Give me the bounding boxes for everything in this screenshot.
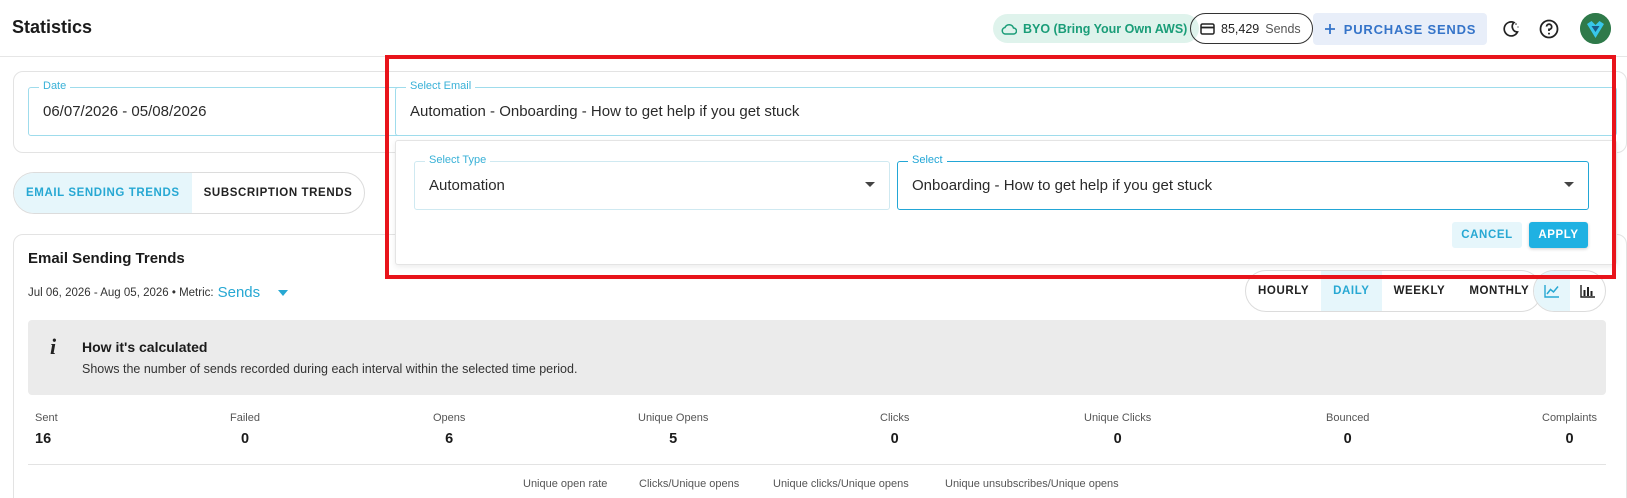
rate-unique-clicks-unique-opens: Unique clicks/Unique opens [773,478,909,490]
bar-chart-icon [1580,284,1595,298]
line-chart-view-button[interactable] [1534,271,1570,311]
info-text: Shows the number of sends recorded durin… [82,362,578,376]
help-icon [1539,19,1559,39]
avatar[interactable] [1580,13,1611,44]
stat-unique-opens: Unique Opens 5 [638,412,709,447]
tab-subscription-trends[interactable]: SUBSCRIPTION TRENDS [192,173,365,213]
sends-count: 85,429 [1221,21,1260,36]
select-type-arrow-icon [865,182,875,187]
interval-monthly[interactable]: MONTHLY [1457,271,1541,311]
select-email-arrow-icon [1564,182,1574,187]
sends-balance-chip[interactable]: 85,429 Sends [1190,13,1313,44]
select-type-dropdown[interactable]: Select Type Automation [414,154,890,210]
metric-value: Sends [217,284,261,301]
apply-button[interactable]: APPLY [1529,222,1588,248]
stat-complaints: Complaints 0 [1542,412,1598,447]
sends-word: Sends [1265,21,1301,36]
select-type-value: Automation [429,177,505,194]
tab-email-sending-trends[interactable]: EMAIL SENDING TRENDS [14,173,192,213]
top-bar: Statistics BYO (Bring Your Own AWS) 85,4… [0,0,1627,57]
select-type-label: Select Type [425,154,491,166]
select-email-option-value: Onboarding - How to get help if you get … [912,177,1213,194]
info-icon: i [50,334,57,359]
select-email-dropdown[interactable]: Select Onboarding - How to get help if y… [897,154,1589,210]
stat-opens: Opens 6 [433,412,466,447]
select-email-label: Select Email [406,80,476,92]
avatar-logo-icon [1580,13,1611,44]
dark-mode-toggle[interactable] [1500,18,1522,40]
rate-unique-open-rate: Unique open rate [523,478,608,490]
moon-icon [1503,21,1519,37]
purchase-sends-label: PURCHASE SENDS [1343,21,1477,37]
stat-clicks: Clicks 0 [880,412,910,447]
help-button[interactable] [1538,18,1560,40]
date-field-label: Date [39,80,71,92]
how-calculated-box: i How it's calculated Shows the number o… [28,320,1606,395]
select-label: Select [908,154,947,166]
metric-select[interactable]: Sends [218,284,289,301]
select-email-value: Automation - Onboarding - How to get hel… [410,103,800,120]
caret-down-icon [278,289,289,296]
line-chart-icon [1544,285,1559,298]
chart-view-toggle [1533,270,1606,312]
credit-card-icon [1200,22,1215,35]
trend-tabs: EMAIL SENDING TRENDS SUBSCRIPTION TRENDS [13,172,366,214]
trends-range: Jul 06, 2026 - Aug 05, 2026 • Metric: [28,286,214,299]
byo-label: BYO (Bring Your Own AWS) [1023,21,1188,36]
stat-unique-clicks: Unique Clicks 0 [1084,412,1152,447]
rate-unique-unsubscribes-unique-opens: Unique unsubscribes/Unique opens [945,478,1119,490]
bar-chart-view-button[interactable] [1570,271,1606,311]
date-range-field[interactable]: Date 06/07/2026 - 05/08/2026 [28,80,408,136]
rate-clicks-unique-opens: Clicks/Unique opens [639,478,740,490]
purchase-sends-button[interactable]: PURCHASE SENDS [1313,13,1487,45]
byo-chip[interactable]: BYO (Bring Your Own AWS) [993,14,1200,43]
date-field-value: 06/07/2026 - 05/08/2026 [43,103,207,120]
cancel-button[interactable]: CANCEL [1452,222,1522,248]
info-title: How it's calculated [82,339,208,355]
stat-sent: Sent 16 [35,412,58,447]
interval-hourly[interactable]: HOURLY [1246,271,1321,311]
page-title: Statistics [12,17,93,37]
plus-icon [1324,24,1335,34]
stats-divider [28,464,1606,465]
select-email-field[interactable]: Select Email Automation - Onboarding - H… [395,80,1617,136]
cloud-icon [1001,23,1017,35]
trends-title: Email Sending Trends [28,250,185,267]
stat-bounced: Bounced 0 [1326,412,1370,447]
stat-failed: Failed 0 [230,412,260,447]
interval-weekly[interactable]: WEEKLY [1382,271,1458,311]
interval-toggle: HOURLY DAILY WEEKLY MONTHLY [1245,270,1543,312]
trends-subtitle: Jul 06, 2026 - Aug 05, 2026 • Metric: Se… [28,284,289,301]
interval-daily[interactable]: DAILY [1321,271,1382,311]
